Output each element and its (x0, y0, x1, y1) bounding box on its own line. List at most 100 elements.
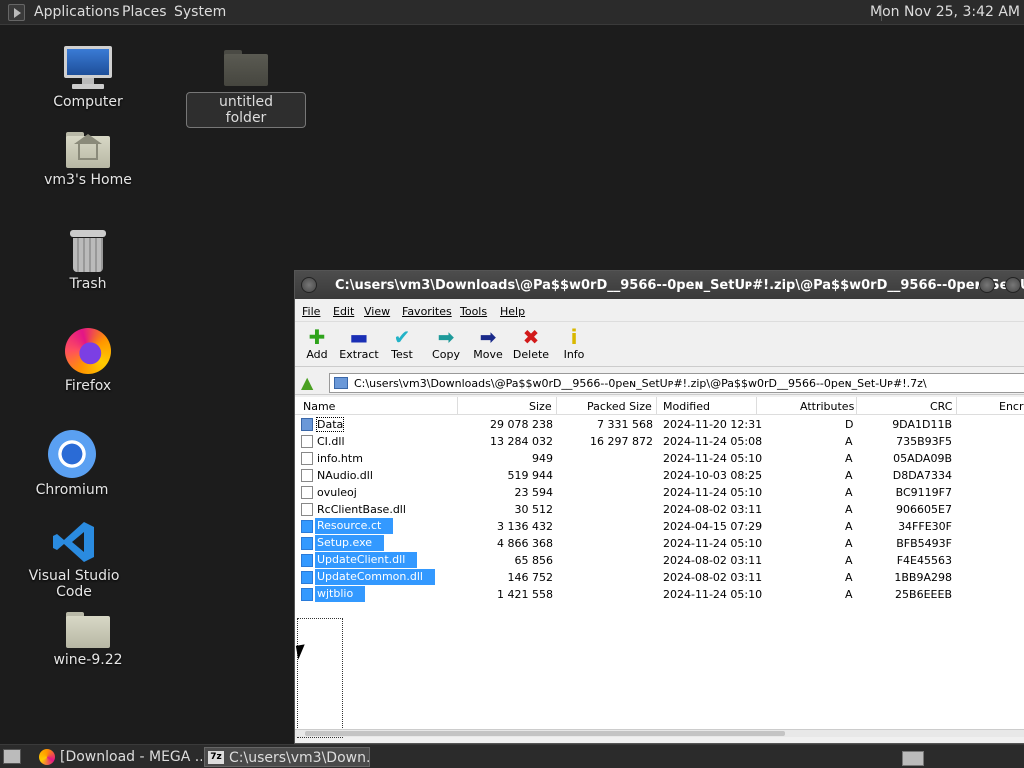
archive-window: C:\users\vm3\Downloads\@Pa$$w0rD__9566--… (294, 270, 1024, 744)
cell-attributes: A (845, 486, 853, 499)
move-button[interactable]: ➡ Move (466, 326, 510, 361)
table-row[interactable]: NAudio.dll 519 944 2024-10-03 08:25 A D8DA73… (295, 467, 1024, 484)
table-row[interactable]: RcClientBase.dll 30 512 2024-08-02 03:11 A 9… (295, 501, 1024, 518)
cell-modified: 2024-04-15 07:29 (663, 520, 763, 533)
menu-view[interactable]: View (364, 305, 390, 318)
menu-help[interactable]: Help (500, 305, 525, 318)
up-folder-icon[interactable]: ▲ (301, 374, 319, 392)
applications-menu[interactable]: Applications (34, 4, 120, 20)
window-title: C:\users\vm3\Downloads\@Pa$$w0rD__9566--… (335, 278, 1024, 293)
cell-modified: 2024-11-24 05:10 (663, 588, 763, 601)
taskbar-item-firefox[interactable]: [Download - MEGA ... (36, 747, 202, 767)
extract-icon: ▬ (349, 325, 369, 349)
table-row[interactable]: CI.dll 13 284 032 16 297 872 2024-11-24 05:… (295, 433, 1024, 450)
file-list[interactable]: Name Size Packed Size Modified Attribute… (295, 397, 1024, 738)
table-row[interactable]: info.htm 949 2024-11-24 05:10 A 05ADA09B (295, 450, 1024, 467)
table-row[interactable]: Data 29 078 238 7 331 568 2024-11-20 12:31 D… (295, 416, 1024, 433)
cell-size: 519 944 (507, 469, 554, 482)
menu-favorites[interactable]: Favorites (402, 305, 452, 318)
table-row[interactable]: ovuleoj 23 594 2024-11-24 05:10 A BC9119F7 (295, 484, 1024, 501)
cell-modified: 2024-11-24 05:10 (663, 452, 763, 465)
column-header: Name Size Packed Size Modified Attribute… (295, 397, 1024, 415)
places-menu[interactable]: Places (122, 4, 167, 20)
desktop-icon-home[interactable]: vm3's Home (28, 132, 148, 188)
table-row[interactable]: wjtblio 1 421 558 2024-11-24 05:10 A 25B6EEE… (295, 586, 1024, 603)
cell-size: 65 856 (514, 554, 554, 567)
folder-icon (224, 50, 268, 86)
cell-modified: 2024-11-24 05:10 (663, 486, 763, 499)
file-icon (301, 486, 313, 499)
delete-button[interactable]: ✖ Delete (509, 326, 553, 361)
menu-file[interactable]: File (302, 305, 320, 318)
clock[interactable]: Mon Nov 25, 3:42 AM (870, 4, 1020, 20)
cell-name: Data (315, 417, 345, 432)
col-crc[interactable]: CRC (930, 400, 952, 413)
minimize-button[interactable] (979, 277, 995, 293)
trash-icon (70, 230, 106, 272)
cell-attributes: A (845, 537, 853, 550)
workspace-switcher[interactable] (902, 751, 924, 766)
sevenzip-icon: 7z (208, 751, 224, 764)
menu-logo-icon[interactable] (8, 4, 25, 21)
col-encrypted[interactable]: Encry (999, 400, 1024, 413)
desktop-icon-label: Chromium (35, 482, 109, 498)
cell-attributes: A (845, 435, 853, 448)
col-size[interactable]: Size (529, 400, 552, 413)
table-row[interactable]: Setup.exe 4 866 368 2024-11-24 05:10 A BFB54… (295, 535, 1024, 552)
desktop-icon-untitled-folder[interactable]: untitled folder (186, 50, 306, 128)
address-bar: ▲ C:\users\vm3\Downloads\@Pa$$w0rD__9566… (295, 371, 1024, 395)
copy-icon: ➡ (437, 325, 455, 349)
file-icon (301, 452, 313, 465)
desktop-icon-chromium[interactable]: Chromium (12, 430, 132, 498)
desktop-icon-vscode[interactable]: Visual Studio Code (14, 520, 134, 600)
show-desktop-icon[interactable] (3, 749, 21, 764)
table-row[interactable]: UpdateCommon.dll 146 752 2024-08-02 03:11 A… (295, 569, 1024, 586)
menu-edit[interactable]: Edit (333, 305, 354, 318)
desktop-icon-label[interactable]: untitled folder (186, 92, 306, 128)
desktop-icon-label: wine-9.22 (53, 652, 123, 668)
top-panel: Applications Places System Mon Nov 25, 3… (0, 0, 1024, 25)
copy-button[interactable]: ➡ Copy (424, 326, 468, 361)
col-modified[interactable]: Modified (663, 400, 710, 413)
desktop-icon-label: Computer (53, 94, 123, 110)
taskbar-item-7zip[interactable]: 7z C:\users\vm3\Down... (204, 747, 370, 767)
add-button[interactable]: ✚ Add (295, 326, 339, 361)
desktop-icon-wine[interactable]: wine-9.22 (28, 612, 148, 668)
toolbar: ✚ Add ▬ Extract ✔ Test ➡ Copy ➡ Move ✖ D… (295, 321, 1024, 367)
path-field[interactable]: C:\users\vm3\Downloads\@Pa$$w0rD__9566--… (329, 373, 1024, 393)
table-row[interactable]: UpdateClient.dll 65 856 2024-08-02 03:11 A F… (295, 552, 1024, 569)
window-titlebar[interactable]: C:\users\vm3\Downloads\@Pa$$w0rD__9566--… (295, 271, 1024, 299)
desktop-icon-label: Visual Studio Code (28, 568, 120, 600)
extract-button[interactable]: ▬ Extract (337, 326, 381, 361)
add-icon: ✚ (308, 325, 326, 349)
file-icon (301, 554, 313, 567)
firefox-icon (65, 328, 111, 374)
cell-name: NAudio.dll (317, 469, 373, 482)
col-name[interactable]: Name (303, 400, 335, 413)
cell-name: UpdateClient.dll (315, 552, 418, 568)
cell-modified: 2024-11-24 05:08 (663, 435, 763, 448)
desktop-icon-computer[interactable]: Computer (28, 46, 148, 110)
bottom-taskbar: [Download - MEGA ... 7z C:\users\vm3\Dow… (0, 744, 1024, 768)
col-attributes[interactable]: Attributes (800, 400, 854, 413)
col-packed-size[interactable]: Packed Size (587, 400, 652, 413)
info-button[interactable]: i Info (552, 326, 596, 361)
maximize-button[interactable] (1005, 277, 1021, 293)
cell-crc: 34FFE30F (898, 520, 952, 533)
desktop-icon-label: Trash (69, 276, 107, 292)
horizontal-scrollbar[interactable] (295, 729, 1024, 737)
desktop-icon-firefox[interactable]: Firefox (28, 328, 148, 394)
cell-name: wjtblio (315, 586, 366, 602)
selection-rectangle (297, 618, 343, 738)
cell-crc: 1BB9A298 (894, 571, 952, 584)
cell-modified: 2024-10-03 08:25 (663, 469, 763, 482)
cell-name: ovuleoj (317, 486, 357, 499)
desktop-icon-trash[interactable]: Trash (28, 230, 148, 292)
window-menu-icon[interactable] (301, 277, 317, 293)
test-button[interactable]: ✔ Test (380, 326, 424, 361)
path-text: C:\users\vm3\Downloads\@Pa$$w0rD__9566--… (354, 377, 927, 390)
system-menu[interactable]: System (174, 4, 226, 20)
table-row[interactable]: Resource.ct 3 136 432 2024-04-15 07:29 A 34F… (295, 518, 1024, 535)
menu-tools[interactable]: Tools (460, 305, 487, 318)
cell-attributes: A (845, 503, 853, 516)
